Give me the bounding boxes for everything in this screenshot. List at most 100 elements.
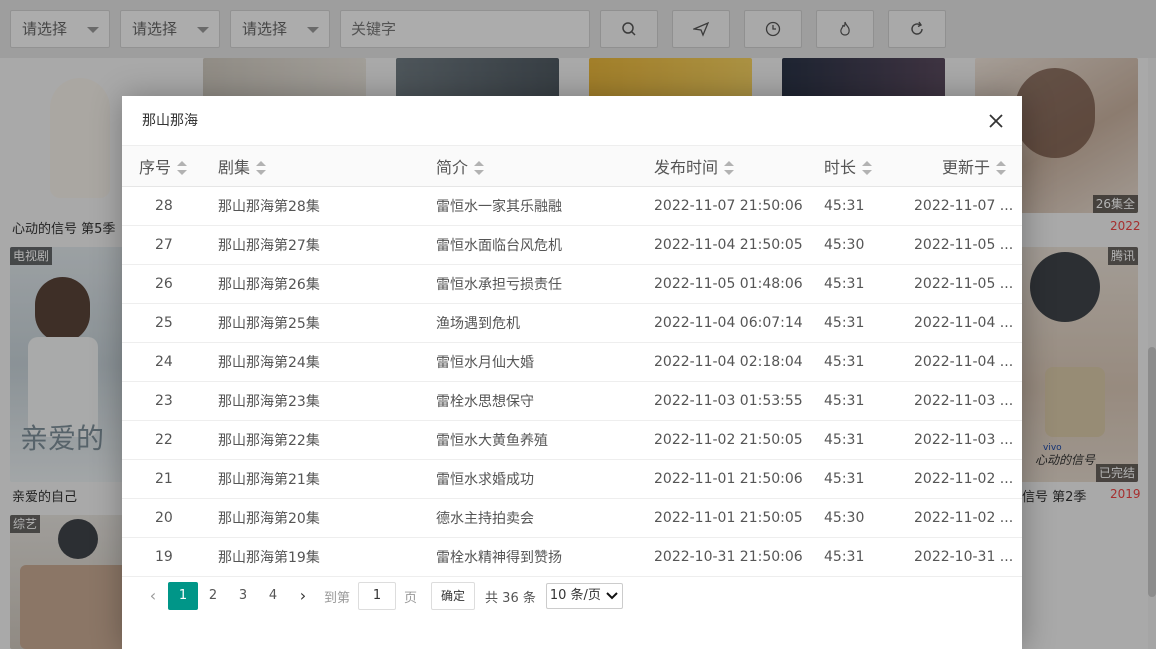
modal-title: 那山那海 xyxy=(142,113,198,129)
cell-published: 2022-10-31 21:50:06 xyxy=(654,537,824,577)
cell-episode: 那山那海第20集 xyxy=(218,498,436,538)
cell-duration: 45:30 xyxy=(824,498,914,538)
cell-episode: 那山那海第21集 xyxy=(218,459,436,499)
cell-no: 22 xyxy=(122,420,218,460)
modal-header: 那山那海 xyxy=(122,96,1022,146)
table-row[interactable]: 28 那山那海第28集 雷恒水一家其乐融融 2022-11-07 21:50:06 45… xyxy=(122,186,1022,226)
cell-intro: 雷恒水一家其乐融融 xyxy=(436,186,654,226)
table-row[interactable]: 19 那山那海第19集 雷栓水精神得到赞扬 2022-10-31 21:50:06 45… xyxy=(122,537,1022,577)
table-row[interactable]: 22 那山那海第22集 雷恒水大黄鱼养殖 2022-11-02 21:50:05 45:… xyxy=(122,420,1022,460)
table-header-row: 序号 剧集 简介 发布时间 时长 更新于 xyxy=(122,146,1022,187)
column-label: 简介 xyxy=(436,157,469,177)
cell-duration: 45:31 xyxy=(824,264,914,304)
cell-episode: 那山那海第19集 xyxy=(218,537,436,577)
column-label: 剧集 xyxy=(218,157,251,177)
sort-icon[interactable] xyxy=(256,161,267,176)
cell-updated: 2022-11-02 ... xyxy=(914,498,1022,538)
page-size-label: 10 条/页 xyxy=(549,588,601,603)
cell-published: 2022-11-03 01:53:55 xyxy=(654,381,824,421)
column-label: 时长 xyxy=(824,157,857,177)
cell-updated: 2022-11-05 ... xyxy=(914,264,1022,304)
table-row[interactable]: 27 那山那海第27集 雷恒水面临台风危机 2022-11-04 21:50:05 45… xyxy=(122,225,1022,265)
cell-intro: 雷恒水承担亏损责任 xyxy=(436,264,654,304)
cell-intro: 雷恒水月仙大婚 xyxy=(436,342,654,382)
cell-intro: 雷恒水求婚成功 xyxy=(436,459,654,499)
cell-intro: 雷栓水思想保守 xyxy=(436,381,654,421)
cell-no: 20 xyxy=(122,498,218,538)
sort-icon[interactable] xyxy=(862,161,873,176)
cell-duration: 45:31 xyxy=(824,381,914,421)
pagination: ‹ 1 2 3 4 › 到第 1 页 确定 共 36 条 10 条/页 xyxy=(138,581,623,611)
cell-episode: 那山那海第23集 xyxy=(218,381,436,421)
cell-no: 21 xyxy=(122,459,218,499)
cell-published: 2022-11-04 21:50:05 xyxy=(654,225,824,265)
page-button[interactable]: 4 xyxy=(258,582,288,610)
page-button-current[interactable]: 1 xyxy=(168,582,198,610)
cell-no: 19 xyxy=(122,537,218,577)
chevron-down-icon xyxy=(606,592,618,600)
cell-intro: 雷恒水面临台风危机 xyxy=(436,225,654,265)
cell-updated: 2022-11-02 ... xyxy=(914,459,1022,499)
cell-intro: 雷恒水大黄鱼养殖 xyxy=(436,420,654,460)
sort-icon[interactable] xyxy=(474,161,485,176)
column-header-duration[interactable]: 时长 xyxy=(824,146,914,187)
episode-table: 序号 剧集 简介 发布时间 时长 更新于 28 那山那海第28集 雷恒水一家其乐融融… xyxy=(122,146,1022,577)
cell-updated: 2022-10-31 ... xyxy=(914,537,1022,577)
cell-duration: 45:30 xyxy=(824,225,914,265)
cell-no: 25 xyxy=(122,303,218,343)
column-header-no[interactable]: 序号 xyxy=(122,146,218,187)
cell-published: 2022-11-01 21:50:05 xyxy=(654,498,824,538)
page-button[interactable]: 3 xyxy=(228,582,258,610)
cell-published: 2022-11-04 02:18:04 xyxy=(654,342,824,382)
cell-published: 2022-11-01 21:50:06 xyxy=(654,459,824,499)
column-header-episode[interactable]: 剧集 xyxy=(218,146,436,187)
cell-updated: 2022-11-03 ... xyxy=(914,420,1022,460)
cell-duration: 45:31 xyxy=(824,420,914,460)
cell-intro: 渔场遇到危机 xyxy=(436,303,654,343)
goto-page-input[interactable]: 1 xyxy=(358,582,397,610)
table-row[interactable]: 25 那山那海第25集 渔场遇到危机 2022-11-04 06:07:14 45:31… xyxy=(122,303,1022,343)
cell-episode: 那山那海第22集 xyxy=(218,420,436,460)
prev-page-icon[interactable]: ‹ xyxy=(138,582,168,610)
table-row[interactable]: 24 那山那海第24集 雷恒水月仙大婚 2022-11-04 02:18:04 45:3… xyxy=(122,342,1022,382)
column-header-published[interactable]: 发布时间 xyxy=(654,146,824,187)
table-row[interactable]: 20 那山那海第20集 德水主持拍卖会 2022-11-01 21:50:05 45:3… xyxy=(122,498,1022,538)
cell-published: 2022-11-04 06:07:14 xyxy=(654,303,824,343)
cell-episode: 那山那海第25集 xyxy=(218,303,436,343)
cell-duration: 45:31 xyxy=(824,459,914,499)
table-row[interactable]: 26 那山那海第26集 雷恒水承担亏损责任 2022-11-05 01:48:06 45… xyxy=(122,264,1022,304)
cell-no: 27 xyxy=(122,225,218,265)
close-icon[interactable] xyxy=(986,111,1006,131)
column-header-updated[interactable]: 更新于 xyxy=(914,146,1022,187)
page-suffix-label: 页 xyxy=(404,590,418,606)
cell-published: 2022-11-07 21:50:06 xyxy=(654,186,824,226)
page-size-select[interactable]: 10 条/页 xyxy=(545,583,623,609)
goto-confirm-button[interactable]: 确定 xyxy=(431,582,476,610)
cell-duration: 45:31 xyxy=(824,537,914,577)
cell-duration: 45:31 xyxy=(824,342,914,382)
cell-no: 24 xyxy=(122,342,218,382)
cell-episode: 那山那海第27集 xyxy=(218,225,436,265)
cell-updated: 2022-11-07 ... xyxy=(914,186,1022,226)
cell-published: 2022-11-05 01:48:06 xyxy=(654,264,824,304)
goto-label: 到第 xyxy=(324,590,351,606)
cell-published: 2022-11-02 21:50:05 xyxy=(654,420,824,460)
next-page-icon[interactable]: › xyxy=(288,582,318,610)
table-row[interactable]: 21 那山那海第21集 雷恒水求婚成功 2022-11-01 21:50:06 45:3… xyxy=(122,459,1022,499)
sort-icon[interactable] xyxy=(177,161,188,176)
cell-episode: 那山那海第24集 xyxy=(218,342,436,382)
column-label: 发布时间 xyxy=(654,157,719,177)
column-label: 更新于 xyxy=(941,157,990,177)
cell-no: 28 xyxy=(122,186,218,226)
cell-duration: 45:31 xyxy=(824,303,914,343)
total-count: 共 36 条 xyxy=(485,590,536,606)
cell-updated: 2022-11-04 ... xyxy=(914,303,1022,343)
cell-updated: 2022-11-04 ... xyxy=(914,342,1022,382)
page-button[interactable]: 2 xyxy=(198,582,228,610)
table-row[interactable]: 23 那山那海第23集 雷栓水思想保守 2022-11-03 01:53:55 45:3… xyxy=(122,381,1022,421)
sort-icon[interactable] xyxy=(724,161,735,176)
cell-no: 26 xyxy=(122,264,218,304)
cell-episode: 那山那海第28集 xyxy=(218,186,436,226)
column-header-intro[interactable]: 简介 xyxy=(436,146,654,187)
sort-icon[interactable] xyxy=(996,161,1006,176)
